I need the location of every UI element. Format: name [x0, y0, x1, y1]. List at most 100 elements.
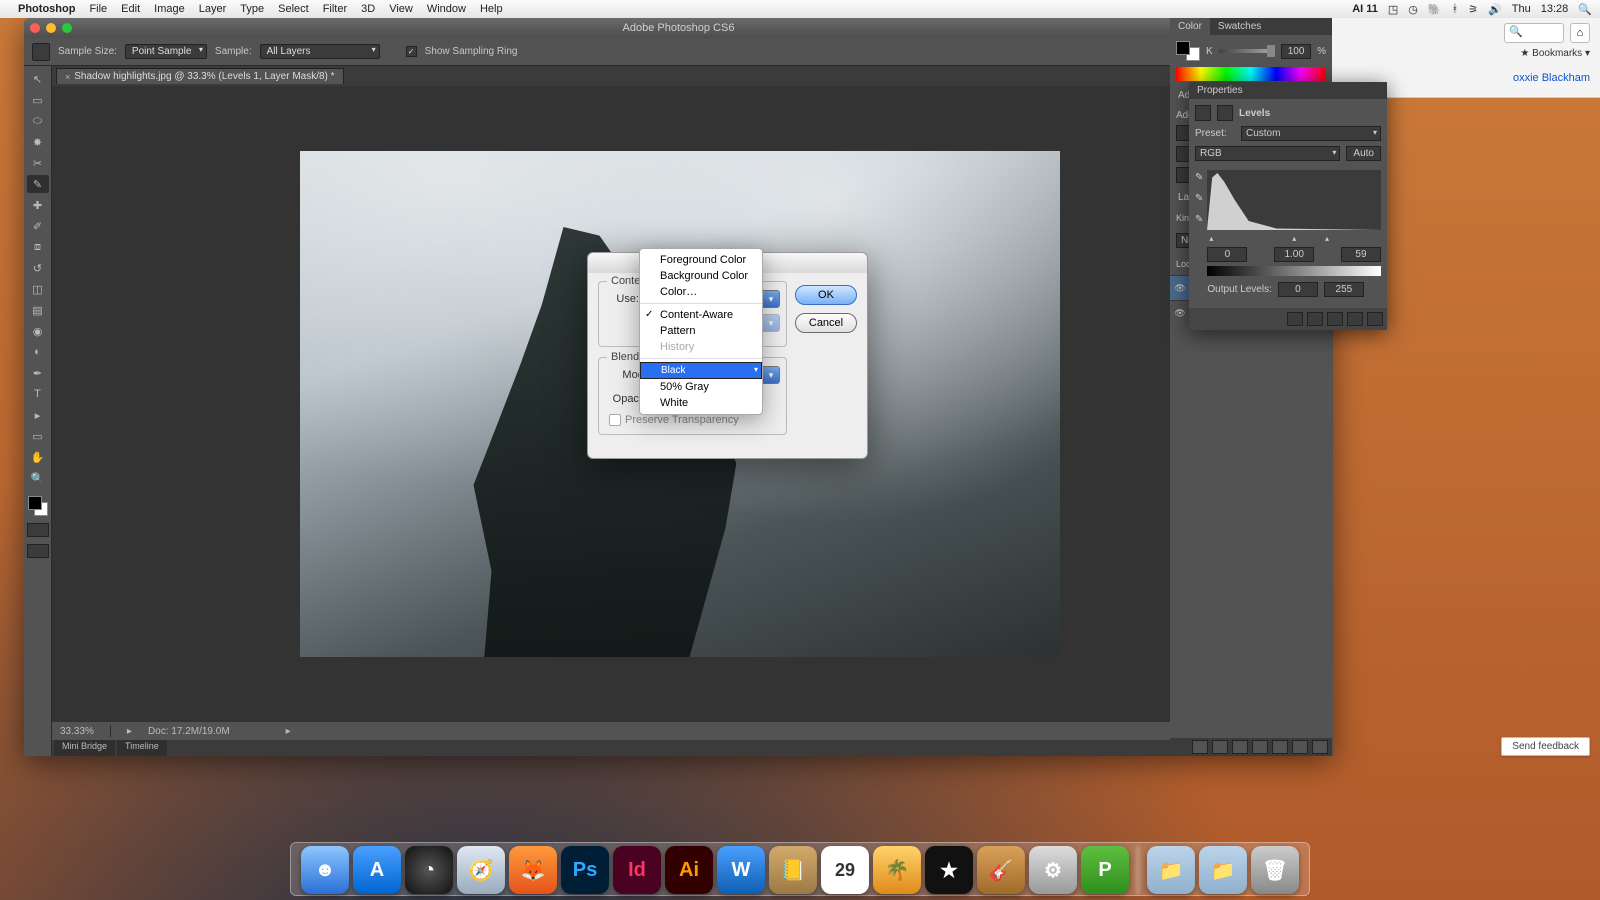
dock-dashboard[interactable]: ◔ [405, 846, 453, 894]
white-slider[interactable]: ▴ [1325, 234, 1329, 243]
dodge-tool[interactable]: ◐ [27, 343, 49, 361]
zoom-tool[interactable]: 🔍 [27, 469, 49, 487]
preset-dropdown[interactable]: Custom [1241, 126, 1381, 141]
reset-icon[interactable] [1327, 312, 1343, 326]
doc-size[interactable]: Doc: 17.2M/19.0M [148, 726, 230, 737]
preserve-transparency-checkbox[interactable] [609, 414, 621, 426]
menu-color[interactable]: Color… [640, 284, 762, 300]
healing-brush-tool[interactable]: ✚ [27, 196, 49, 214]
crop-tool[interactable]: ✂ [27, 154, 49, 172]
input-black[interactable]: 0 [1207, 247, 1247, 262]
new-layer-icon[interactable] [1292, 740, 1308, 754]
black-eyedropper-icon[interactable]: ✎ [1195, 172, 1203, 183]
delete-adjustment-icon[interactable] [1367, 312, 1383, 326]
menu-file[interactable]: File [89, 3, 107, 15]
dock-word[interactable]: W [717, 846, 765, 894]
ai-menu-icon[interactable]: AI 11 [1352, 3, 1378, 15]
menu-3d[interactable]: 3D [361, 3, 375, 15]
sync-icon[interactable]: ◷ [1408, 3, 1418, 16]
lasso-tool[interactable]: ⬭ [27, 112, 49, 130]
swatches-tab[interactable]: Swatches [1210, 18, 1269, 35]
shape-tool[interactable]: ▭ [27, 427, 49, 445]
dock-finder[interactable]: ☻ [301, 846, 349, 894]
quick-mask-toggle[interactable] [27, 523, 49, 537]
menu-image[interactable]: Image [154, 3, 185, 15]
pen-tool[interactable]: ✒ [27, 364, 49, 382]
bookmarks-button[interactable]: ★ Bookmarks ▾ [1520, 48, 1590, 68]
dock-calendar[interactable]: 29 [821, 846, 869, 894]
dock-indesign[interactable]: Id [613, 846, 661, 894]
adjustment-add-icon[interactable] [1252, 740, 1268, 754]
input-white[interactable]: 59 [1341, 247, 1381, 262]
quick-select-tool[interactable]: ✸ [27, 133, 49, 151]
wifi-icon[interactable]: ⚞ [1468, 3, 1478, 16]
menu-50-gray[interactable]: 50% Gray [640, 379, 762, 395]
menu-type[interactable]: Type [240, 3, 264, 15]
dock-folder-1[interactable]: 📁 [1147, 846, 1195, 894]
dock-p-app[interactable]: P [1081, 846, 1129, 894]
dock-safari[interactable]: 🧭 [457, 846, 505, 894]
dock-photoshop[interactable]: Ps [561, 846, 609, 894]
dock-garageband[interactable]: 🎸 [977, 846, 1025, 894]
ok-button[interactable]: OK [795, 285, 857, 305]
type-tool[interactable]: T [27, 385, 49, 403]
dock-trash[interactable]: 🗑 [1251, 846, 1299, 894]
k-value[interactable]: 100 [1281, 44, 1311, 59]
arrow-right-icon[interactable]: ▸ [286, 726, 291, 737]
path-select-tool[interactable]: ▸ [27, 406, 49, 424]
gray-eyedropper-icon[interactable]: ✎ [1195, 193, 1203, 204]
color-ramp[interactable] [1176, 67, 1326, 81]
mini-bridge-tab[interactable]: Mini Bridge [54, 740, 115, 756]
link-layers-icon[interactable] [1192, 740, 1208, 754]
properties-tab[interactable]: Properties [1189, 82, 1387, 99]
menu-help[interactable]: Help [480, 3, 503, 15]
arrow-icon[interactable]: ▸ [127, 726, 132, 737]
visibility-toggle[interactable]: 👁 [1174, 282, 1186, 294]
screen-mode-toggle[interactable] [27, 544, 49, 558]
bluetooth-icon[interactable]: ᚼ [1452, 3, 1459, 15]
sample-dropdown[interactable]: All Layers [260, 44, 380, 59]
visibility-toggle[interactable]: 👁 [1174, 307, 1186, 319]
output-white[interactable]: 255 [1324, 282, 1364, 297]
hand-tool[interactable]: ✋ [27, 448, 49, 466]
color-tab[interactable]: Color [1170, 18, 1210, 35]
window-titlebar[interactable]: Adobe Photoshop CS6 [24, 18, 1333, 38]
menu-select[interactable]: Select [278, 3, 309, 15]
mask-add-icon[interactable] [1232, 740, 1248, 754]
menu-foreground-color[interactable]: Foreground Color [640, 252, 762, 268]
menu-edit[interactable]: Edit [121, 3, 140, 15]
mask-icon[interactable] [1217, 105, 1233, 121]
white-eyedropper-icon[interactable]: ✎ [1195, 214, 1203, 225]
close-document-icon[interactable]: × [65, 72, 70, 82]
brush-tool[interactable]: ✐ [27, 217, 49, 235]
delete-layer-icon[interactable] [1312, 740, 1328, 754]
timeline-tab[interactable]: Timeline [117, 740, 167, 756]
browser-home-icon[interactable]: ⌂ [1570, 23, 1590, 43]
spotlight-icon[interactable]: 🔍 [1578, 3, 1592, 16]
output-black[interactable]: 0 [1278, 282, 1318, 297]
channel-dropdown[interactable]: RGB [1195, 146, 1340, 161]
group-icon[interactable] [1272, 740, 1288, 754]
volume-icon[interactable]: 🔊 [1488, 3, 1502, 16]
auto-button[interactable]: Auto [1346, 146, 1381, 161]
window-close-button[interactable] [30, 23, 40, 33]
move-tool[interactable]: ↖ [27, 70, 49, 88]
dropbox-icon[interactable]: ◳ [1388, 3, 1398, 16]
clock-day[interactable]: Thu [1512, 3, 1531, 15]
dock-imovie[interactable]: ★ [925, 846, 973, 894]
color-swatches[interactable] [28, 496, 48, 516]
color-swatch-pair[interactable] [1176, 41, 1200, 61]
clip-to-layer-icon[interactable] [1287, 312, 1303, 326]
sample-size-dropdown[interactable]: Point Sample [125, 44, 207, 59]
browser-search-input[interactable] [1504, 23, 1564, 43]
dock-contacts[interactable]: 📒 [769, 846, 817, 894]
fx-icon[interactable] [1212, 740, 1228, 754]
menu-layer[interactable]: Layer [199, 3, 227, 15]
histogram[interactable] [1207, 170, 1381, 230]
evernote-icon[interactable]: 🐘 [1428, 3, 1442, 16]
menu-view[interactable]: View [389, 3, 413, 15]
k-slider[interactable] [1219, 49, 1275, 53]
show-sampling-ring-checkbox[interactable] [406, 46, 417, 57]
clone-stamp-tool[interactable]: ⧈ [27, 238, 49, 256]
blur-tool[interactable]: ◉ [27, 322, 49, 340]
